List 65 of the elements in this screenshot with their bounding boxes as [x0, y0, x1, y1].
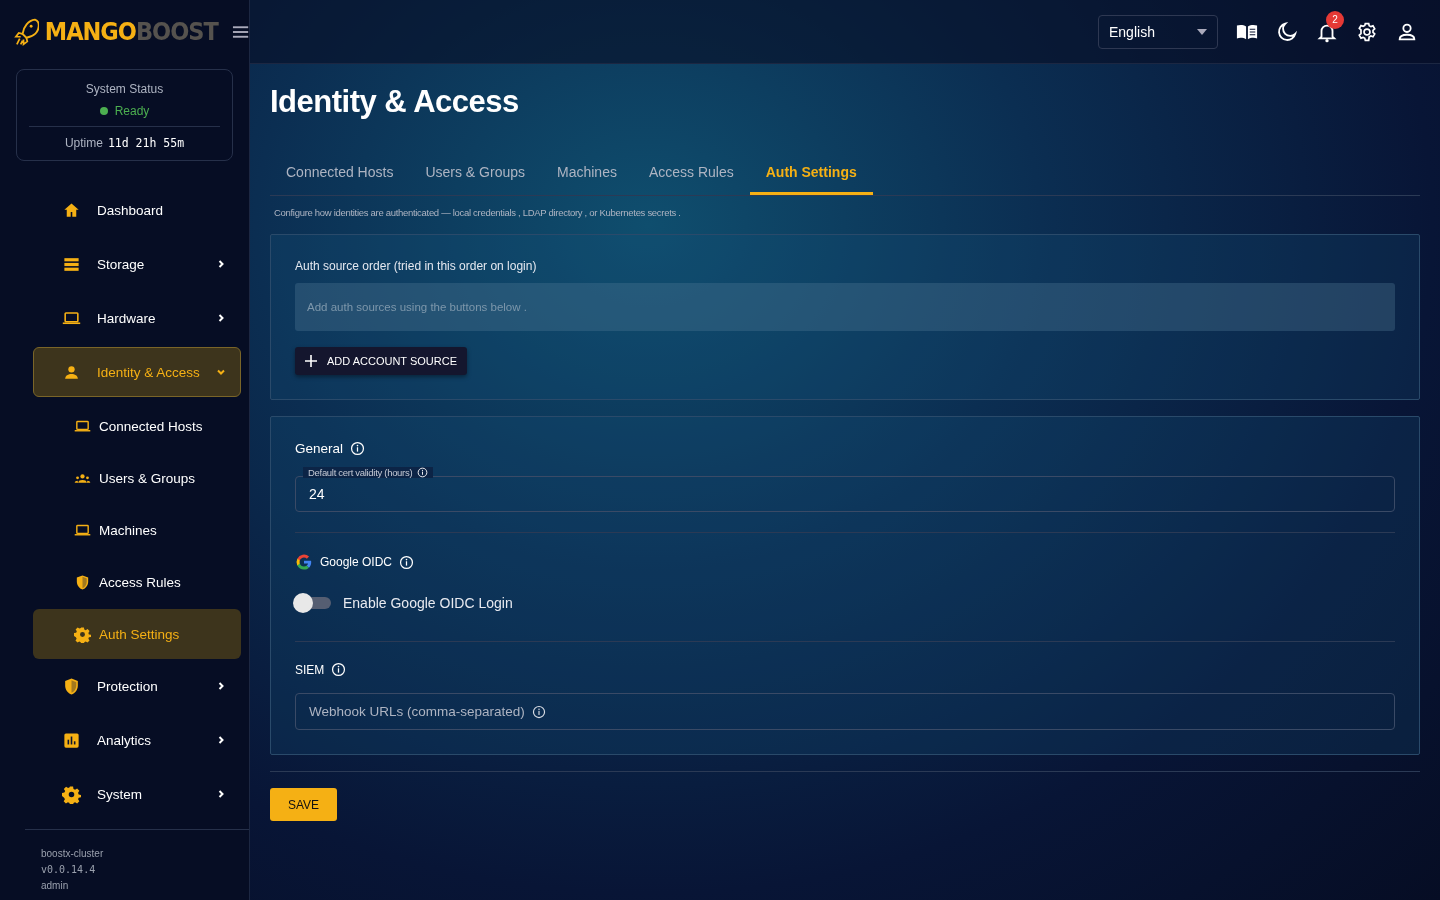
tab[interactable]: Connected Hosts: [270, 152, 410, 195]
tab[interactable]: Machines: [541, 152, 633, 195]
cluster-name: boostx-cluster: [41, 848, 105, 859]
sidebar-subitem[interactable]: Access Rules: [33, 557, 241, 607]
sidebar-item[interactable]: Storage: [33, 239, 241, 289]
toggle-label: Enable Google OIDC Login: [343, 595, 513, 611]
shield-icon: [74, 573, 91, 591]
moon-icon[interactable]: [1276, 20, 1298, 43]
save-button[interactable]: SAVE: [270, 788, 338, 821]
field-label: Default cert validity (hours): [308, 467, 413, 478]
sidebar-subitem[interactable]: Auth Settings: [33, 609, 241, 659]
page-description: Configure how identities are authenticated — local credentials , LDAP directory , or Kubernetes secrets .: [274, 207, 682, 218]
section-title: Google OIDC: [320, 555, 393, 569]
status-text: Ready: [114, 104, 150, 118]
tab[interactable]: Auth Settings: [749, 152, 873, 195]
section-title: General: [295, 441, 344, 456]
gear-icon: [74, 625, 91, 643]
info-icon: [399, 554, 415, 570]
dropdown-caret-icon: [1197, 28, 1207, 35]
section-title: SIEM: [295, 662, 325, 677]
sidebar-subitem[interactable]: Users & Groups: [33, 453, 241, 503]
chevron-icon: [216, 789, 226, 799]
status-title: System Status: [85, 82, 164, 96]
tab[interactable]: Access Rules: [632, 152, 750, 195]
bar-chart-icon: [62, 730, 81, 750]
sidebar-item[interactable]: Protection: [33, 661, 241, 711]
webhook-field[interactable]: Webhook URLs (comma-separated): [295, 693, 1395, 730]
info-icon: [331, 662, 347, 677]
shield-icon: [62, 676, 81, 696]
brand-logo: MANGOBOOST: [44, 17, 218, 46]
notification-badge: 2: [1326, 10, 1344, 29]
sidebar-subitem[interactable]: Connected Hosts: [33, 401, 241, 451]
chevron-icon: [216, 259, 226, 269]
chevron-icon: [216, 367, 226, 377]
uptime-value: 11d 21h 55m: [107, 136, 185, 150]
home-icon: [62, 200, 81, 220]
add-account-source-button[interactable]: ADD ACCOUNT SOURCE: [295, 347, 467, 375]
sidebar-item[interactable]: Identity & Access: [33, 347, 241, 397]
info-icon: [350, 441, 366, 456]
section-label: Auth source order (tried in this order on login): [295, 259, 538, 273]
sidebar-item[interactable]: System: [33, 769, 241, 819]
sidebar-subitem[interactable]: Machines: [33, 505, 241, 555]
chevron-icon: [216, 681, 226, 691]
sidebar-item[interactable]: Dashboard: [33, 185, 241, 235]
gear-icon: [62, 784, 81, 804]
sidebar-item[interactable]: Analytics: [33, 715, 241, 765]
google-g-icon: [295, 553, 313, 571]
tab[interactable]: Users & Groups: [409, 152, 541, 195]
rocket-icon: [14, 16, 39, 47]
uptime-label: Uptime: [64, 136, 103, 150]
field-value[interactable]: 24: [309, 486, 509, 502]
empty-text: Add auth sources using the buttons below .: [307, 301, 527, 313]
sidebar-item[interactable]: Hardware: [33, 293, 241, 343]
plus-icon: [305, 355, 317, 367]
language-select[interactable]: English: [1098, 14, 1218, 49]
toggle-switch[interactable]: [293, 593, 331, 613]
page-title: Identity & Access: [270, 84, 520, 120]
info-icon: [417, 467, 429, 478]
info-icon: [531, 704, 546, 719]
field-placeholder: Webhook URLs (comma-separated): [309, 704, 525, 719]
user-name: admin: [41, 880, 70, 891]
version-text: v0.0.14.4: [41, 864, 97, 875]
settings-icon[interactable]: [1356, 20, 1378, 43]
chevron-icon: [216, 735, 226, 745]
chevron-icon: [216, 313, 226, 323]
